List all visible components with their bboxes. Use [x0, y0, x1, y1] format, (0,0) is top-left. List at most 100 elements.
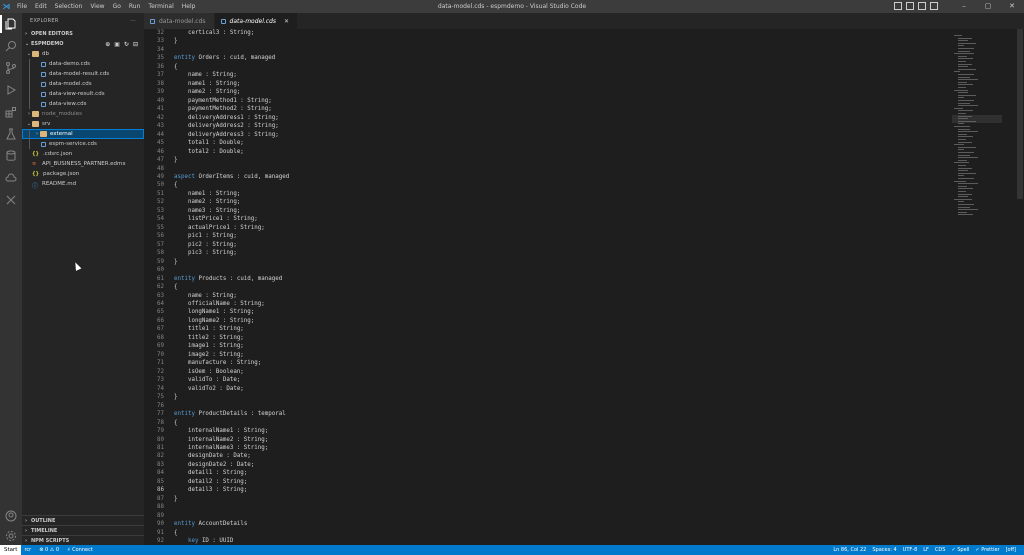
line-text: detail1 : String; [164, 469, 247, 477]
tree-item--cdsrc-json[interactable]: {} .cdsrc.json [22, 149, 144, 159]
database-icon[interactable] [0, 145, 22, 167]
indent-guide [29, 129, 30, 139]
tree-item-data-view-result-cds[interactable]: data-view-result.cds [22, 89, 144, 99]
minimap[interactable] [952, 29, 1002, 229]
tree-item-node-modules[interactable]: › node_modules [22, 109, 144, 119]
outline-section[interactable]: › OUTLINE [22, 515, 144, 525]
line-text: entity Products : cuid, managed [164, 275, 282, 283]
line-text: image2 : String; [164, 351, 244, 359]
menu-item-file[interactable]: File [13, 0, 31, 13]
code-line: 56 pic1 : String; [144, 232, 952, 240]
menu-item-run[interactable]: Run [125, 0, 145, 13]
tree-item-data-model-cds[interactable]: data-model.cds [22, 79, 144, 89]
tree-item-data-view-cds[interactable]: data-view.cds [22, 99, 144, 109]
code-line: 66 longName2 : String; [144, 317, 952, 325]
editor-scrollbar[interactable] [1016, 29, 1024, 545]
tree-item-api-business-partner-edmx[interactable]: ≡ API_BUSINESS_PARTNER.edmx [22, 159, 144, 169]
minimap-line [954, 89, 968, 91]
keyword: entity [174, 275, 195, 282]
minimap-line [958, 201, 964, 203]
status-item-4[interactable]: CDS [935, 547, 946, 553]
line-text: name1 : String; [164, 80, 240, 88]
tools-icon[interactable] [0, 189, 22, 211]
toggle-secondary-sidebar-icon[interactable] [918, 2, 926, 10]
code-text: pic3 : String; [174, 250, 237, 257]
connect-status[interactable]: ⚡ Connect [67, 547, 93, 553]
status-item-1[interactable]: Spaces: 4 [872, 547, 896, 553]
tree-item-readme-md[interactable]: ⓘ README.md [22, 179, 144, 190]
status-item-3[interactable]: LF [923, 547, 929, 553]
cloud-icon[interactable] [0, 167, 22, 189]
tree-item-db[interactable]: ⌄ db [22, 49, 144, 59]
code-line: 90 entity AccountDetails [144, 520, 952, 528]
status-item-6[interactable]: ✓ Prettier [975, 547, 999, 553]
status-item-5[interactable]: ✓ Spell [951, 547, 969, 553]
menu-item-edit[interactable]: Edit [31, 0, 51, 13]
tab-data-model-active[interactable]: data-model.cds ✕ [214, 13, 299, 29]
npm-scripts-section[interactable]: › NPM SCRIPTS [22, 535, 144, 545]
explorer-icon[interactable] [0, 13, 22, 35]
line-text: longName1 : String; [164, 308, 254, 316]
menu-item-go[interactable]: Go [109, 0, 125, 13]
explorer-more-button[interactable]: ··· [130, 18, 136, 24]
scrollbar-thumb[interactable] [1017, 29, 1023, 199]
menu-item-view[interactable]: View [86, 0, 108, 13]
menu-item-help[interactable]: Help [178, 0, 200, 13]
tree-item-srv[interactable]: ⌄ srv [22, 119, 144, 129]
minimap-line [958, 66, 968, 68]
collapse-all-icon[interactable]: ⊟ [133, 41, 138, 48]
tree-item-data-demo-cds[interactable]: data-demo.cds [22, 59, 144, 69]
editor-area: data-model.cds data-model.cds ✕ 32 certi… [144, 13, 1024, 545]
status-item-0[interactable]: Ln 86, Col 22 [833, 547, 866, 553]
project-section[interactable]: ⌄ ESPMDEMO ⊕ ▣ ↻ ⊟ [22, 39, 144, 49]
maximize-button[interactable]: ▢ [976, 0, 1000, 13]
tree-item-package-json[interactable]: {} package.json [22, 169, 144, 179]
minimap-line [954, 71, 960, 73]
customize-layout-icon[interactable] [930, 2, 938, 10]
run-debug-icon[interactable] [0, 79, 22, 101]
search-icon[interactable] [0, 35, 22, 57]
tab-data-model-preview[interactable]: data-model.cds [144, 13, 215, 29]
start-button[interactable]: Start [0, 545, 22, 555]
new-folder-icon[interactable]: ▣ [114, 41, 120, 48]
line-number: 62 [157, 284, 164, 291]
minimize-button[interactable]: – [952, 0, 976, 13]
testing-icon[interactable] [0, 123, 22, 145]
problems-status[interactable]: ⊗ 0 ⚠ 0 [39, 547, 59, 553]
line-number: 85 [157, 478, 164, 485]
minimap-line [958, 178, 974, 179]
source-control-icon[interactable] [0, 57, 22, 79]
line-text: internalName2 : String; [164, 436, 268, 444]
branch-status[interactable]: rcr [24, 547, 31, 553]
line-number: 43 [157, 123, 164, 130]
cds-file-icon [150, 18, 155, 24]
new-file-icon[interactable]: ⊕ [105, 41, 110, 48]
code-editor[interactable]: 32 certical3 : String; 33} 34 35 entity Orde… [144, 29, 952, 545]
toggle-sidebar-icon[interactable] [894, 2, 902, 10]
code-text: designDate : Date; [174, 453, 251, 460]
account-icon[interactable] [0, 505, 22, 527]
code-line: 86 detail3 : String; [144, 486, 952, 494]
code-text: longName2 : String; [174, 317, 255, 324]
line-text: isOem : Boolean; [164, 368, 244, 376]
status-item-2[interactable]: UTF-8 [903, 547, 918, 553]
settings-gear-icon[interactable] [0, 525, 22, 547]
refresh-icon[interactable]: ↻ [124, 41, 129, 48]
minimap-line [958, 136, 973, 138]
minimap-line [958, 131, 978, 133]
tree-item-data-model-result-cds[interactable]: data-model-result.cds [22, 69, 144, 79]
code-line: 80 internalName2 : String; [144, 436, 952, 444]
close-window-button[interactable]: ✕ [1000, 0, 1024, 13]
tree-item-external[interactable]: › external [22, 129, 144, 139]
status-item-7[interactable]: [off] [1006, 547, 1016, 553]
code-line: 77 entity ProductDetails : temporal [144, 410, 952, 418]
line-number: 38 [157, 80, 164, 87]
menu-item-terminal[interactable]: Terminal [144, 0, 177, 13]
close-tab-icon[interactable]: ✕ [284, 18, 289, 25]
toggle-panel-icon[interactable] [906, 2, 914, 10]
extensions-icon[interactable] [0, 101, 22, 123]
open-editors-section[interactable]: › OPEN EDITORS [22, 29, 144, 39]
tree-item-espm-service-cds[interactable]: espm-service.cds [22, 139, 144, 149]
menu-item-selection[interactable]: Selection [51, 0, 87, 13]
timeline-section[interactable]: › TIMELINE [22, 525, 144, 535]
